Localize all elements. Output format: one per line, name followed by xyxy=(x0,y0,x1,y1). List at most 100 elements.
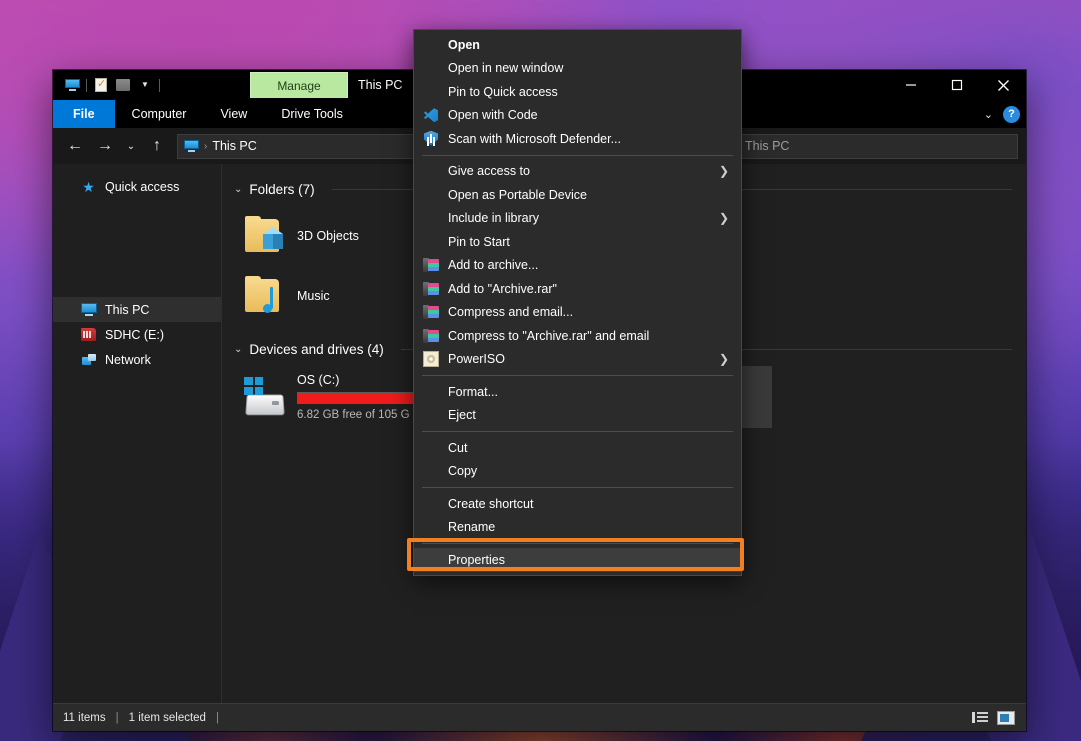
menu-item-label: Eject xyxy=(448,408,476,422)
menu-separator xyxy=(422,375,733,376)
menu-item-label: Pin to Quick access xyxy=(448,85,558,99)
sidebar-item-label: Quick access xyxy=(105,180,179,194)
menu-item-label: Create shortcut xyxy=(448,497,533,511)
minimize-button[interactable] xyxy=(888,70,934,100)
sidebar-item-network[interactable]: Network xyxy=(53,347,221,372)
chevron-down-icon[interactable]: ⌄ xyxy=(984,108,993,121)
menu-item-copy[interactable]: Copy xyxy=(414,460,741,484)
chevron-down-icon[interactable]: ⌄ xyxy=(234,344,242,355)
properties-qat-button[interactable] xyxy=(90,74,112,96)
menu-item-create-shortcut[interactable]: Create shortcut xyxy=(414,492,741,516)
large-icons-view-button[interactable] xyxy=(996,709,1016,727)
sidebar-spacer xyxy=(53,199,221,297)
ribbon-right-controls: ⌄ ? xyxy=(984,100,1020,128)
search-input[interactable]: This PC xyxy=(736,134,1018,159)
manage-tab-label: Manage xyxy=(277,79,320,93)
menu-icon-placeholder xyxy=(420,518,442,536)
search-placeholder: This PC xyxy=(745,139,789,153)
network-icon xyxy=(80,351,97,368)
menu-icon-placeholder xyxy=(420,209,442,227)
item-count: 11 items xyxy=(63,712,106,724)
menu-item-include-in-library[interactable]: Include in library❯ xyxy=(414,207,741,231)
menu-item-label: Copy xyxy=(448,464,477,478)
menu-item-scan-with-microsoft-defender[interactable]: Scan with Microsoft Defender... xyxy=(414,127,741,151)
star-icon: ★ xyxy=(80,178,97,195)
menu-icon-placeholder xyxy=(420,36,442,54)
menu-item-label: Open xyxy=(448,38,480,52)
menu-item-cut[interactable]: Cut xyxy=(414,436,741,460)
menu-item-format[interactable]: Format... xyxy=(414,380,741,404)
sidebar-item-this-pc[interactable]: This PC xyxy=(53,297,221,322)
menu-item-compress-and-email[interactable]: Compress and email... xyxy=(414,301,741,325)
menu-item-label: Compress to "Archive.rar" and email xyxy=(448,329,649,343)
item-label: 3D Objects xyxy=(297,229,359,243)
menu-item-add-to-archive[interactable]: Add to archive... xyxy=(414,254,741,278)
monitor-icon xyxy=(65,79,80,91)
screen: ▼ Manage This PC File xyxy=(0,0,1081,741)
forward-button[interactable]: → xyxy=(91,132,119,160)
sidebar-item-label: SDHC (E:) xyxy=(105,328,164,342)
winrar-icon xyxy=(423,257,439,273)
window-title: This PC xyxy=(358,70,402,100)
sd-card-icon xyxy=(80,326,97,343)
details-view-icon xyxy=(972,712,988,723)
back-button[interactable]: ← xyxy=(61,132,89,160)
menu-item-open[interactable]: Open xyxy=(414,33,741,57)
menu-item-open-with-code[interactable]: Open with Code xyxy=(414,104,741,128)
menu-item-properties[interactable]: Properties xyxy=(414,548,741,572)
divider: | xyxy=(216,712,219,724)
menu-item-pin-to-quick-access[interactable]: Pin to Quick access xyxy=(414,80,741,104)
help-button[interactable]: ? xyxy=(1003,106,1020,123)
status-bar: 11 items | 1 item selected | xyxy=(53,703,1026,731)
maximize-button[interactable] xyxy=(934,70,980,100)
new-folder-qat-button[interactable] xyxy=(112,74,134,96)
customize-qat-button[interactable]: ▼ xyxy=(134,74,156,96)
up-button[interactable]: ↑ xyxy=(143,132,171,160)
menu-item-label: PowerISO xyxy=(448,352,505,366)
context-menu: Open Open in new window Pin to Quick acces… xyxy=(413,29,742,576)
tab-file[interactable]: File xyxy=(53,100,115,128)
menu-separator xyxy=(422,543,733,544)
breadcrumb-label: This PC xyxy=(212,139,256,153)
menu-icon-placeholder xyxy=(420,495,442,513)
sidebar-item-sdhc[interactable]: SDHC (E:) xyxy=(53,322,221,347)
group-title: Folders (7) xyxy=(249,182,314,197)
details-view-button[interactable] xyxy=(970,709,990,727)
manage-contextual-tab[interactable]: Manage xyxy=(250,72,348,98)
menu-item-give-access-to[interactable]: Give access to❯ xyxy=(414,160,741,184)
this-pc-qat-button[interactable] xyxy=(61,74,83,96)
menu-item-pin-to-start[interactable]: Pin to Start xyxy=(414,230,741,254)
menu-separator xyxy=(422,431,733,432)
menu-icon-placeholder xyxy=(420,439,442,457)
menu-item-label: Format... xyxy=(448,385,498,399)
menu-separator xyxy=(422,155,733,156)
tab-computer[interactable]: Computer xyxy=(115,100,204,128)
winrar-icon xyxy=(423,328,439,344)
vscode-icon xyxy=(423,107,439,123)
menu-item-label: Add to "Archive.rar" xyxy=(448,282,557,296)
menu-item-eject[interactable]: Eject xyxy=(414,404,741,428)
tab-drive-tools[interactable]: Drive Tools xyxy=(264,100,360,128)
menu-item-label: Add to archive... xyxy=(448,258,538,272)
winrar-icon xyxy=(420,256,442,274)
tab-view[interactable]: View xyxy=(203,100,264,128)
sidebar-item-quick-access[interactable]: ★ Quick access xyxy=(53,174,221,199)
menu-item-open-as-portable-device[interactable]: Open as Portable Device xyxy=(414,183,741,207)
menu-item-add-to-archive-rar[interactable]: Add to "Archive.rar" xyxy=(414,277,741,301)
menu-item-open-in-new-window[interactable]: Open in new window xyxy=(414,57,741,81)
winrar-icon xyxy=(420,303,442,321)
menu-item-compress-to-archive-rar-and-email[interactable]: Compress to "Archive.rar" and email xyxy=(414,324,741,348)
close-button[interactable] xyxy=(980,70,1026,100)
recent-locations-button[interactable]: ⌄ xyxy=(121,132,141,160)
sidebar-item-label: This PC xyxy=(105,303,149,317)
menu-icon-placeholder xyxy=(420,406,442,424)
selection-status: 1 item selected xyxy=(129,712,206,724)
chevron-down-icon[interactable]: ⌄ xyxy=(234,184,242,195)
item-label: Music xyxy=(297,289,330,303)
hard-drive-windows-icon xyxy=(242,375,288,419)
sidebar-item-label: Network xyxy=(105,353,151,367)
menu-icon-placeholder xyxy=(420,383,442,401)
menu-item-poweriso[interactable]: PowerISO❯ xyxy=(414,348,741,372)
menu-item-rename[interactable]: Rename xyxy=(414,516,741,540)
folder-3d-objects-icon xyxy=(242,216,288,256)
